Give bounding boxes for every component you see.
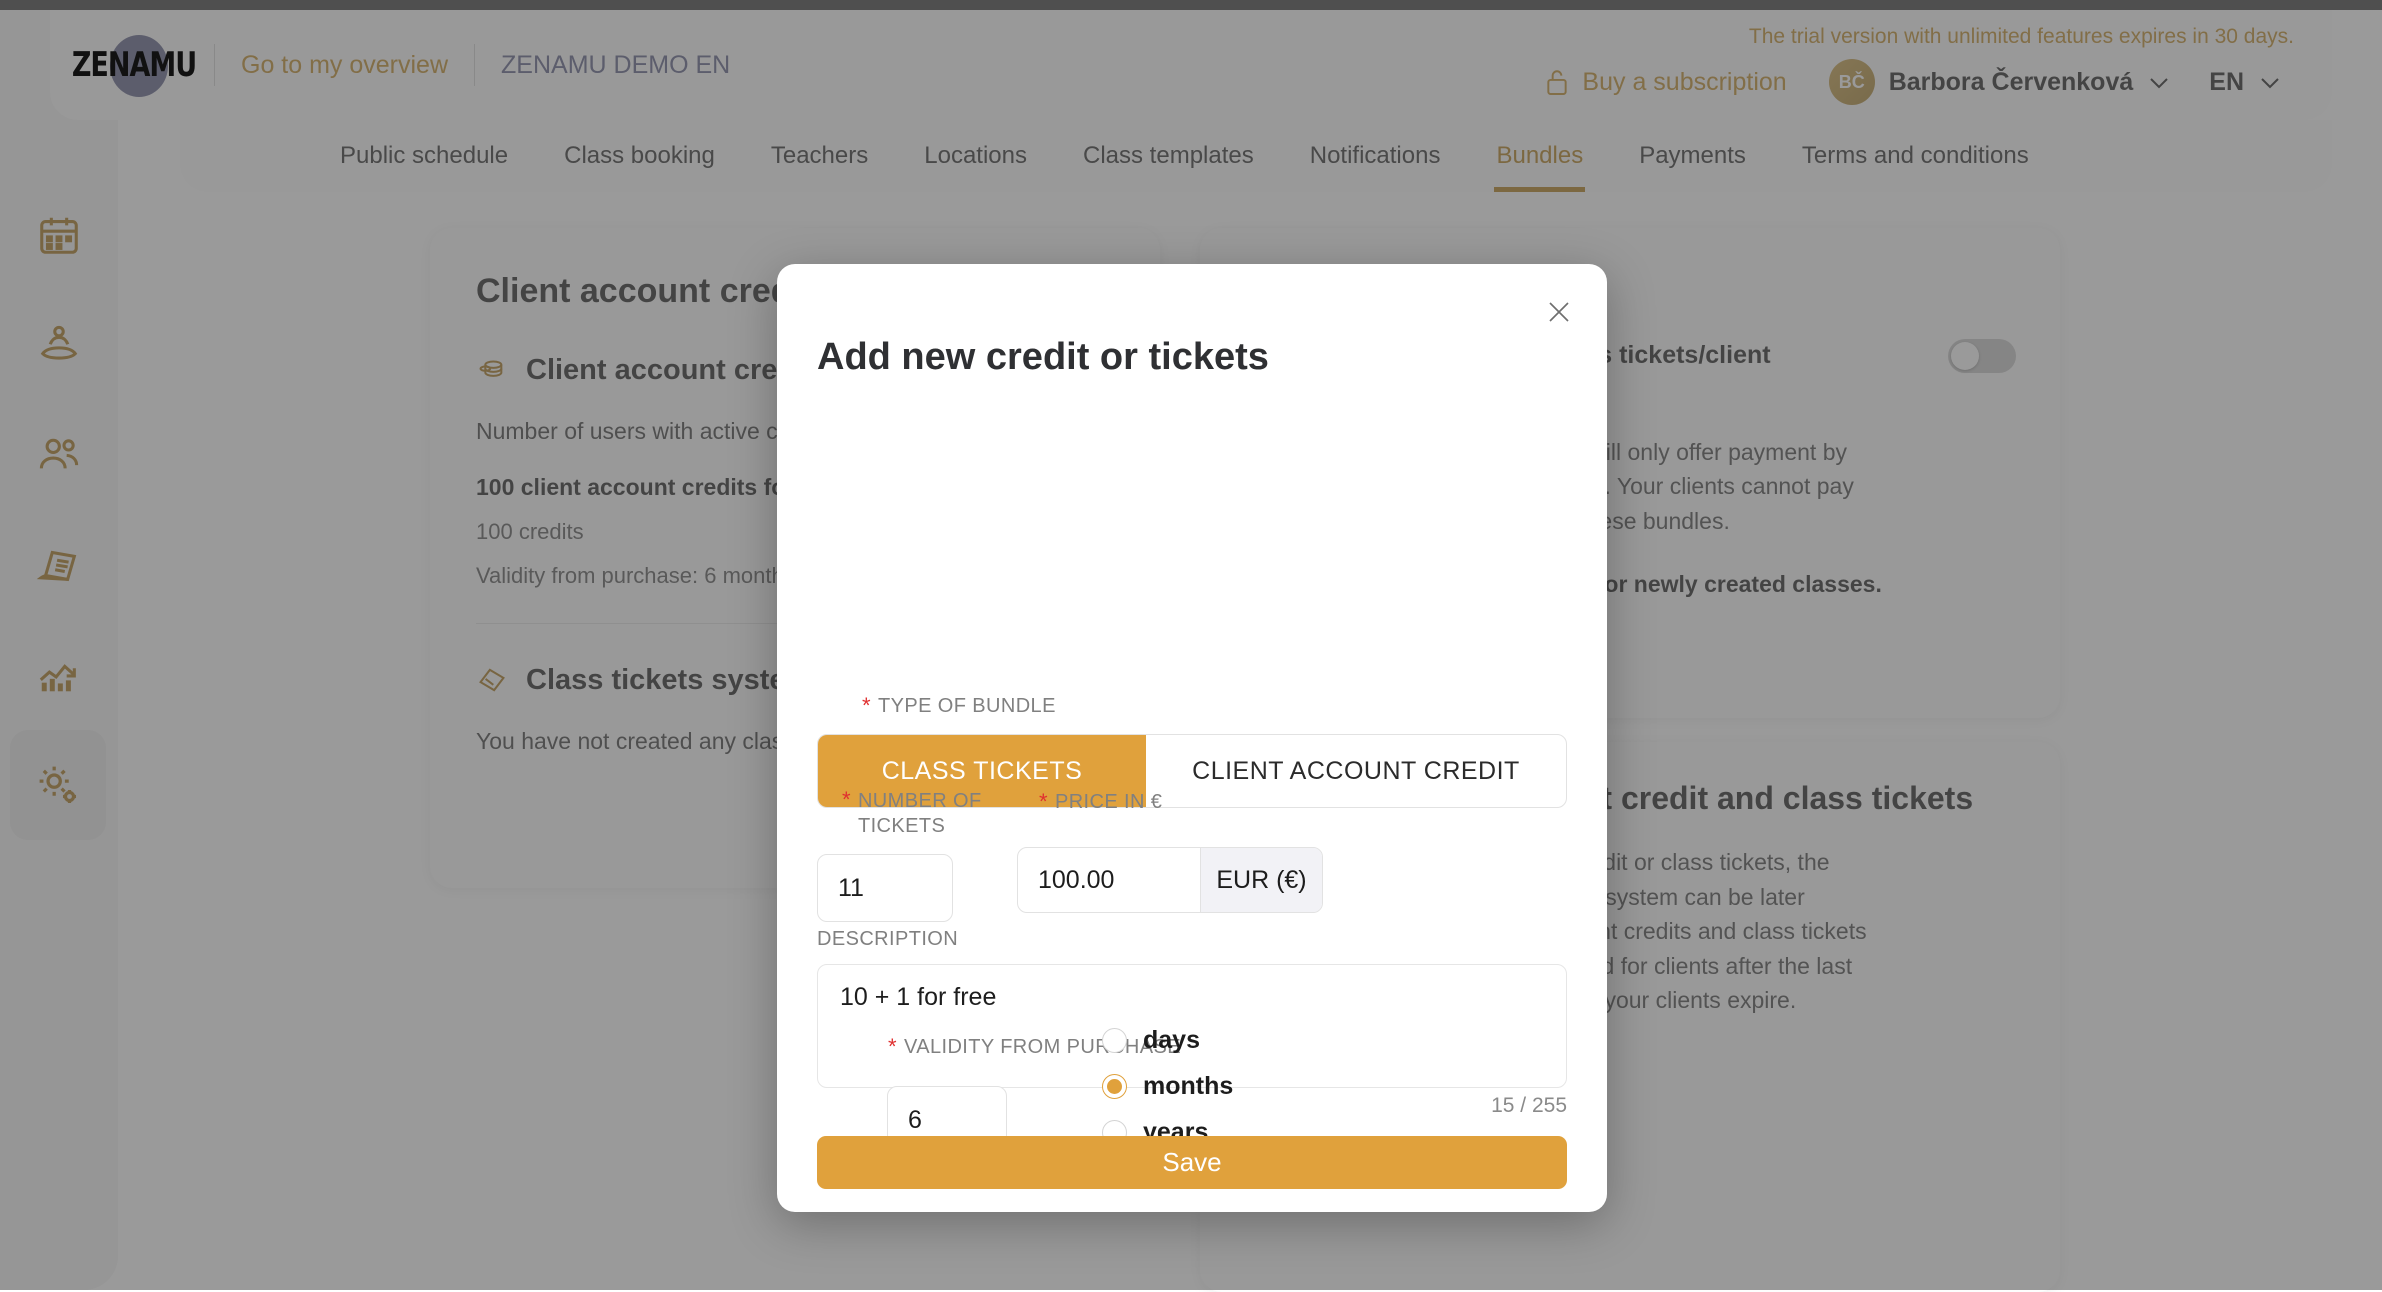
number-of-tickets-label: * NUMBER OF TICKETS bbox=[842, 789, 992, 839]
dialog-title: Add new credit or tickets bbox=[817, 336, 1269, 379]
save-button[interactable]: Save bbox=[817, 1136, 1567, 1189]
required-asterisk: * bbox=[842, 789, 851, 811]
price-label: * PRICE IN € bbox=[1039, 791, 1162, 814]
segment-client-account-credit[interactable]: CLIENT ACCOUNT CREDIT bbox=[1146, 735, 1566, 807]
validity-unit-months-label: months bbox=[1143, 1072, 1233, 1101]
close-button[interactable] bbox=[1539, 292, 1579, 332]
add-bundle-dialog: Add new credit or tickets * TYPE OF BUND… bbox=[777, 264, 1607, 1212]
description-label: DESCRIPTION bbox=[817, 928, 958, 951]
number-of-tickets-label-text: NUMBER OF TICKETS bbox=[858, 789, 992, 839]
price-field-group: 100.00 EUR (€) bbox=[1017, 847, 1323, 913]
validity-unit-days[interactable]: days bbox=[1102, 1026, 1233, 1055]
logo-text: ZENAMU bbox=[72, 46, 196, 85]
close-icon bbox=[1546, 299, 1572, 325]
currency-select[interactable]: EUR (€) bbox=[1200, 848, 1322, 912]
required-asterisk: * bbox=[888, 1036, 897, 1058]
description-character-counter: 15 / 255 bbox=[1491, 1094, 1567, 1118]
validity-unit-days-label: days bbox=[1143, 1026, 1200, 1055]
type-of-bundle-label-text: TYPE OF BUNDLE bbox=[878, 695, 1056, 718]
radio-days-icon[interactable] bbox=[1102, 1028, 1127, 1053]
price-input[interactable]: 100.00 bbox=[1018, 848, 1200, 912]
radio-months-icon[interactable] bbox=[1102, 1074, 1127, 1099]
validity-unit-radiogroup: days months years bbox=[1102, 1026, 1233, 1147]
validity-unit-months[interactable]: months bbox=[1102, 1072, 1233, 1101]
number-of-tickets-input[interactable]: 11 bbox=[817, 854, 953, 922]
required-asterisk: * bbox=[862, 695, 871, 717]
description-label-text: DESCRIPTION bbox=[817, 928, 958, 951]
type-of-bundle-label: * TYPE OF BUNDLE bbox=[862, 695, 1056, 718]
price-label-text: PRICE IN € bbox=[1055, 791, 1162, 814]
required-asterisk: * bbox=[1039, 791, 1048, 813]
